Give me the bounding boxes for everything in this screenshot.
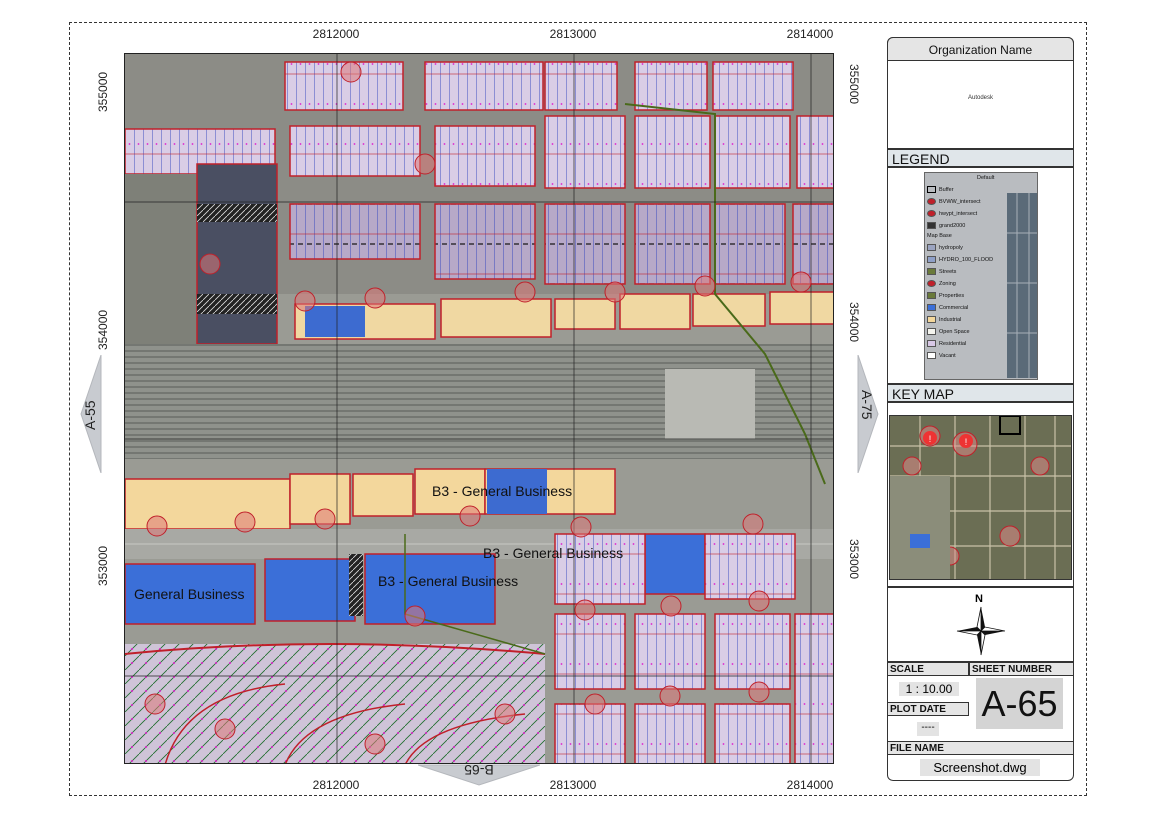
coord-right-3: 353000 bbox=[847, 539, 861, 580]
hydro-swatch bbox=[927, 244, 936, 251]
coord-right-2: 354000 bbox=[847, 302, 861, 343]
open-space-swatch bbox=[927, 328, 936, 335]
title-block: Organization Name Autodesk LEGEND Defaul… bbox=[887, 37, 1074, 781]
properties-swatch bbox=[927, 292, 936, 299]
industrial-swatch bbox=[927, 316, 936, 323]
commercial-swatch bbox=[927, 304, 936, 311]
legend-item: hydropoly bbox=[927, 244, 963, 251]
coord-bottom-1: 2812000 bbox=[312, 778, 360, 792]
key-map-title: KEY MAP bbox=[887, 384, 1074, 402]
map-canvas bbox=[125, 54, 833, 763]
zoning-swatch bbox=[927, 280, 936, 287]
legend-item: Industrial bbox=[927, 316, 961, 323]
residential-swatch bbox=[927, 340, 936, 347]
coord-left-1: 355000 bbox=[96, 71, 110, 112]
sheet-number: A-65 bbox=[976, 678, 1063, 729]
legend-item: Streets bbox=[927, 268, 956, 275]
neighbor-left-label[interactable]: A-55 bbox=[82, 400, 98, 430]
scale-label: SCALE bbox=[887, 662, 969, 676]
zone-label-b3-2: B3 - General Business bbox=[483, 545, 624, 561]
zone-label-b3-3: B3 - General Business bbox=[378, 573, 519, 589]
north-label: N bbox=[975, 593, 983, 605]
aerial-map[interactable] bbox=[124, 53, 834, 764]
coord-bottom-3: 2814000 bbox=[786, 778, 834, 792]
intersect-swatch bbox=[927, 198, 936, 205]
neighbor-right-label[interactable]: A-75 bbox=[859, 390, 875, 420]
svg-text:!: ! bbox=[929, 434, 932, 444]
intersect-swatch bbox=[927, 210, 936, 217]
key-map-canvas: ! ! bbox=[890, 416, 1071, 579]
legend-item: Buffer bbox=[927, 186, 954, 193]
legend-item: HYDRO_100_FLOOD bbox=[927, 256, 993, 263]
curved-residential bbox=[125, 644, 545, 763]
coord-top-1: 2812000 bbox=[312, 27, 360, 41]
legend-item: Properties bbox=[927, 292, 964, 299]
plot-date-label: PLOT DATE bbox=[887, 702, 969, 716]
legend-item: Default bbox=[977, 175, 995, 181]
coord-bottom-2: 2813000 bbox=[549, 778, 597, 792]
organization-logo: Autodesk bbox=[967, 95, 994, 101]
legend-item: grand2000 bbox=[927, 222, 965, 229]
streets-swatch bbox=[927, 268, 936, 275]
file-name-value: Screenshot.dwg bbox=[920, 759, 1040, 776]
flood-swatch bbox=[927, 256, 936, 263]
legend-item: Commercial bbox=[927, 304, 968, 311]
legend-item: Open Space bbox=[927, 328, 970, 335]
scale-value: 1 : 10.00 bbox=[899, 682, 959, 696]
svg-text:!: ! bbox=[965, 437, 968, 447]
coord-top-2: 2813000 bbox=[549, 27, 597, 41]
legend-item: Vacant bbox=[927, 352, 956, 359]
legend-item: BVWW_intersect bbox=[927, 198, 981, 205]
plot-date-value: ---- bbox=[917, 722, 939, 736]
vacant-swatch bbox=[927, 352, 936, 359]
key-map[interactable]: ! ! bbox=[889, 415, 1072, 580]
file-name-label: FILE NAME bbox=[887, 741, 1074, 755]
legend-item: hwypt_intersect bbox=[927, 210, 977, 217]
sheet-number-label: SHEET NUMBER bbox=[969, 662, 1074, 676]
neighbor-bottom-label[interactable]: B-65 bbox=[459, 762, 499, 778]
coord-top-3: 2814000 bbox=[786, 27, 834, 41]
legend-panel: Default Buffer BVWW_intersect hwypt_inte… bbox=[924, 172, 1038, 380]
legend-title: LEGEND bbox=[887, 149, 1074, 167]
legend-thumbnail bbox=[1007, 193, 1037, 378]
buffer-swatch bbox=[927, 186, 936, 193]
coord-left-2: 354000 bbox=[96, 309, 110, 350]
coord-left-3: 353000 bbox=[96, 545, 110, 586]
zone-label-general-business: General Business bbox=[134, 586, 245, 602]
grand-swatch bbox=[927, 222, 936, 229]
zone-label-b3-1: B3 - General Business bbox=[432, 483, 573, 499]
coord-right-1: 355000 bbox=[847, 64, 861, 105]
organization-name: Organization Name bbox=[887, 37, 1074, 61]
north-arrow-icon bbox=[956, 606, 1006, 656]
legend-item: Residential bbox=[927, 340, 966, 347]
legend-item: Zoning bbox=[927, 280, 956, 287]
legend-item: Map Base bbox=[927, 233, 952, 239]
